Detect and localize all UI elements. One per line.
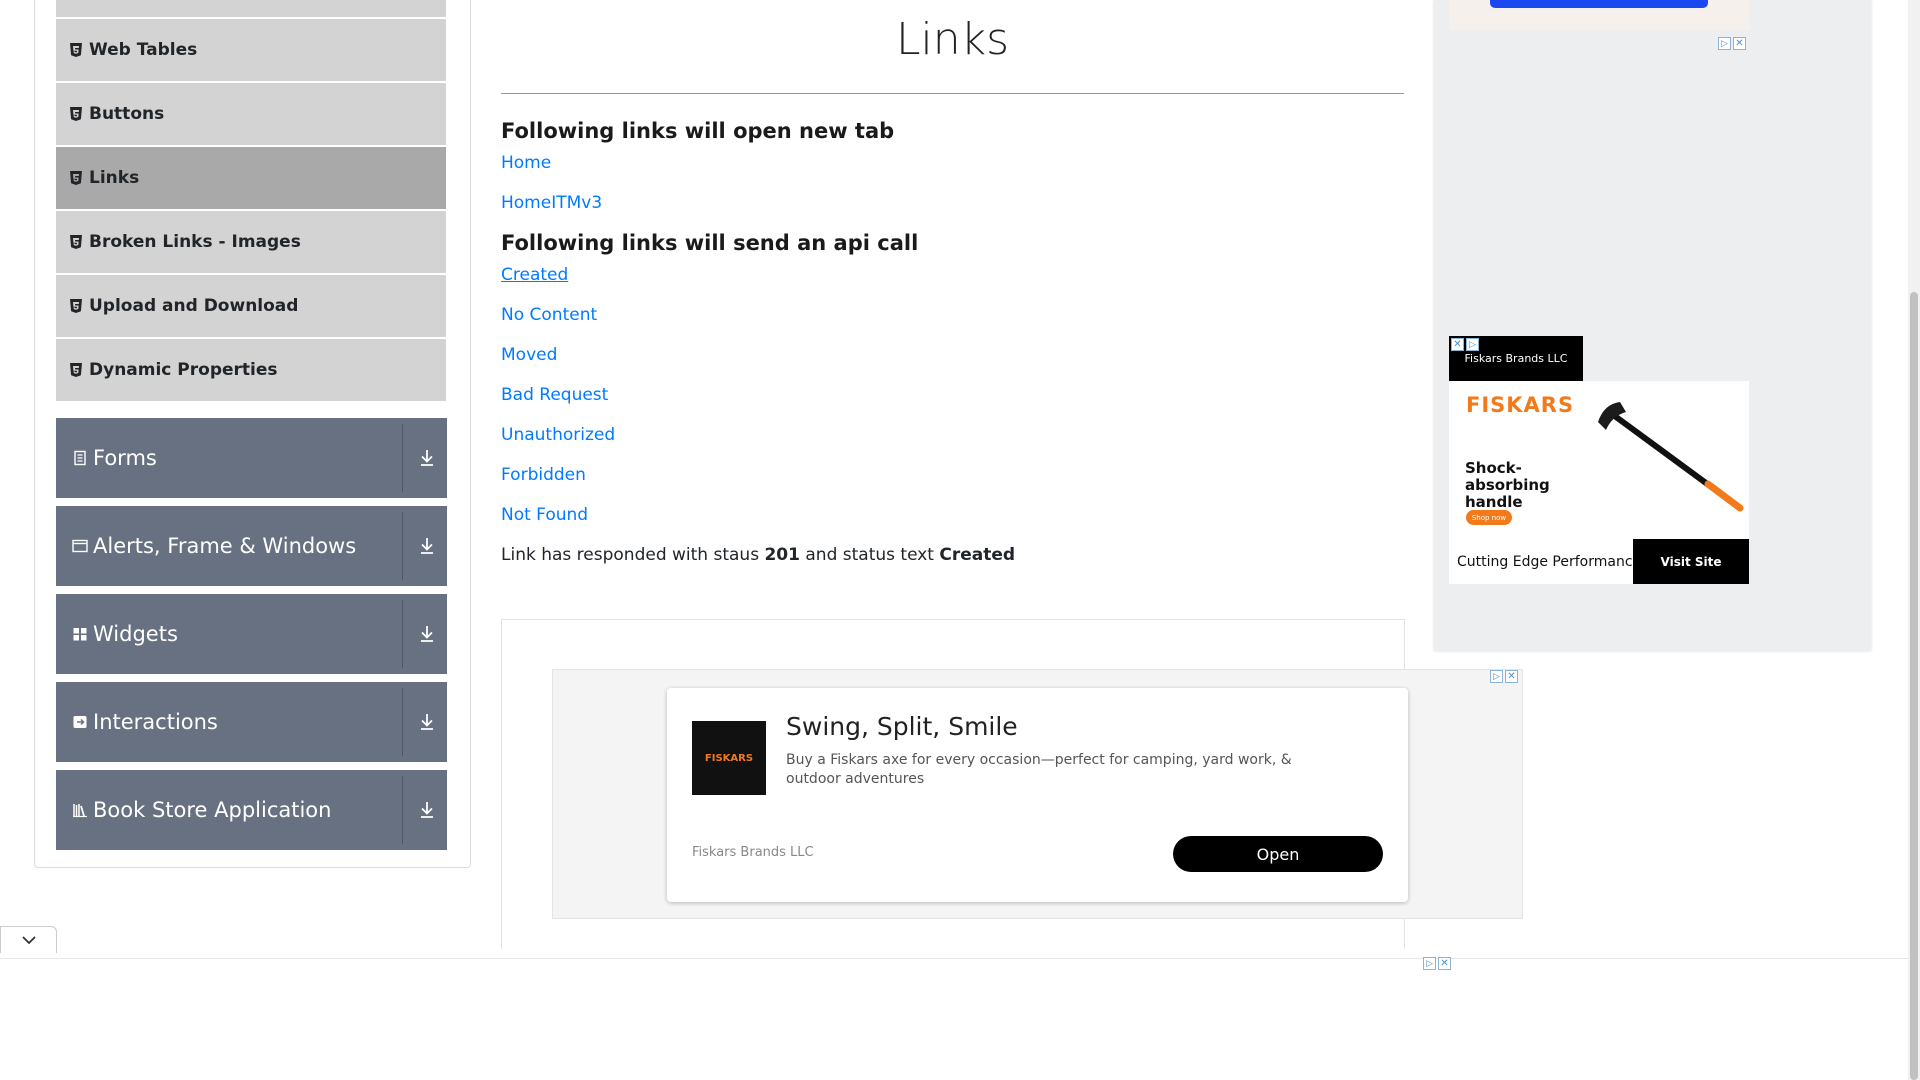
link-bad-request[interactable]: Bad Request: [501, 385, 608, 405]
group-interactions[interactable]: Interactions: [56, 682, 447, 762]
widgets-icon: [73, 628, 87, 641]
ad-close-icon[interactable]: ✕: [1733, 37, 1746, 50]
sidebar-item-upload-download[interactable]: Upload and Download: [56, 275, 446, 337]
group-label: Book Store Application: [93, 798, 332, 822]
group-label: Interactions: [93, 710, 218, 734]
group-divider: [402, 688, 403, 756]
side-ad-tagline: Shock-absorbing handle: [1465, 459, 1550, 511]
ad-choices-icon[interactable]: ▷: [1466, 338, 1479, 351]
html5-icon: [70, 363, 82, 377]
fiskars-logo: FISKARS: [1466, 393, 1575, 417]
visit-site-button[interactable]: Visit Site: [1633, 539, 1749, 584]
download-icon[interactable]: [418, 800, 436, 820]
group-divider: [402, 512, 403, 580]
sidebar-item-label: Broken Links - Images: [89, 232, 301, 252]
group-divider: [402, 600, 403, 668]
download-icon[interactable]: [418, 624, 436, 644]
ad-close-icon[interactable]: ✕: [1451, 338, 1464, 351]
group-widgets[interactable]: Widgets: [56, 594, 447, 674]
ad-advertiser: Fiskars Brands LLC: [692, 845, 814, 860]
ad-choices-icon[interactable]: ▷: [1490, 670, 1503, 683]
ad-choices-icon[interactable]: ▷: [1423, 957, 1436, 970]
group-book-store[interactable]: Book Store Application: [56, 770, 447, 850]
download-icon[interactable]: [418, 712, 436, 732]
sidebar-item-label: Upload and Download: [89, 296, 299, 316]
ad-logo: FISKARS: [692, 721, 766, 795]
title-divider: [501, 93, 1404, 94]
link-created[interactable]: Created: [501, 265, 568, 285]
link-not-found[interactable]: Not Found: [501, 505, 588, 525]
ad-body: Buy a Fiskars axe for every occasion—per…: [786, 752, 1292, 787]
html5-icon: [70, 43, 82, 57]
ad-close-icon[interactable]: ✕: [1505, 670, 1518, 683]
group-alerts-frame-windows[interactable]: Alerts, Frame & Windows: [56, 506, 447, 586]
sidebar-item-label: Dynamic Properties: [89, 360, 278, 380]
html5-icon: [70, 171, 82, 185]
ad-choices-icon[interactable]: ▷: [1718, 37, 1731, 50]
collapse-ad-button[interactable]: [0, 926, 57, 953]
chevron-down-icon: [21, 936, 36, 945]
sidebar-item-links[interactable]: Links: [56, 147, 446, 209]
books-icon: [73, 804, 87, 818]
response-prefix: Link has responded with staus: [501, 545, 765, 565]
new-tab-header: Following links will open new tab: [501, 119, 895, 143]
response-middle: and status text: [799, 545, 940, 565]
scrollbar-thumb[interactable]: [1910, 292, 1918, 1080]
html5-icon: [70, 107, 82, 121]
sidebar-item-label: Web Tables: [89, 40, 198, 60]
ad-headline[interactable]: Swing, Split, Smile: [786, 712, 1018, 741]
response-status-code: 201: [764, 545, 800, 565]
sidebar-item-label: Buttons: [89, 104, 165, 124]
download-icon[interactable]: [418, 448, 436, 468]
page-title: Links: [895, 14, 1010, 65]
html5-icon: [70, 299, 82, 313]
axe-image: [1598, 402, 1744, 512]
side-ad-button[interactable]: [1490, 0, 1708, 8]
group-label: Widgets: [93, 622, 178, 646]
interactions-icon: [73, 716, 87, 728]
ad-open-button[interactable]: Open: [1173, 836, 1383, 872]
ad-close-icon[interactable]: ✕: [1438, 957, 1451, 970]
download-icon[interactable]: [418, 536, 436, 556]
side-ad-shop-button[interactable]: Shop now: [1466, 510, 1512, 525]
sidebar-item-dynamic-properties[interactable]: Dynamic Properties: [56, 339, 446, 401]
form-icon: [74, 450, 86, 466]
sidebar-item-broken-links[interactable]: Broken Links - Images: [56, 211, 446, 273]
link-no-content[interactable]: No Content: [501, 305, 597, 325]
side-ad-footer-text: Cutting Edge Performance: [1457, 554, 1642, 570]
group-divider: [402, 424, 403, 492]
bottom-ad-banner: [0, 958, 1908, 1080]
window-icon: [72, 539, 88, 553]
link-home[interactable]: Home: [501, 153, 551, 173]
response-status-text: Created: [939, 545, 1016, 565]
group-label: Alerts, Frame & Windows: [93, 534, 357, 558]
group-label: Forms: [93, 446, 157, 470]
group-divider: [402, 776, 403, 844]
link-forbidden[interactable]: Forbidden: [501, 465, 586, 485]
sidebar-item-buttons[interactable]: Buttons: [56, 83, 446, 145]
link-response: Link has responded with staus 201 and st…: [501, 545, 1015, 565]
api-call-header: Following links will send an api call: [501, 231, 919, 255]
sidebar-item-label: Links: [89, 168, 140, 188]
link-moved[interactable]: Moved: [501, 345, 557, 365]
sidebar-item-web-tables[interactable]: Web Tables: [56, 19, 446, 81]
link-unauthorized[interactable]: Unauthorized: [501, 425, 615, 445]
html5-icon: [70, 235, 82, 249]
link-home-dynamic[interactable]: HomeITMv3: [501, 193, 602, 213]
group-forms[interactable]: Forms: [56, 418, 447, 498]
sidebar-item-partial[interactable]: [56, 0, 446, 17]
